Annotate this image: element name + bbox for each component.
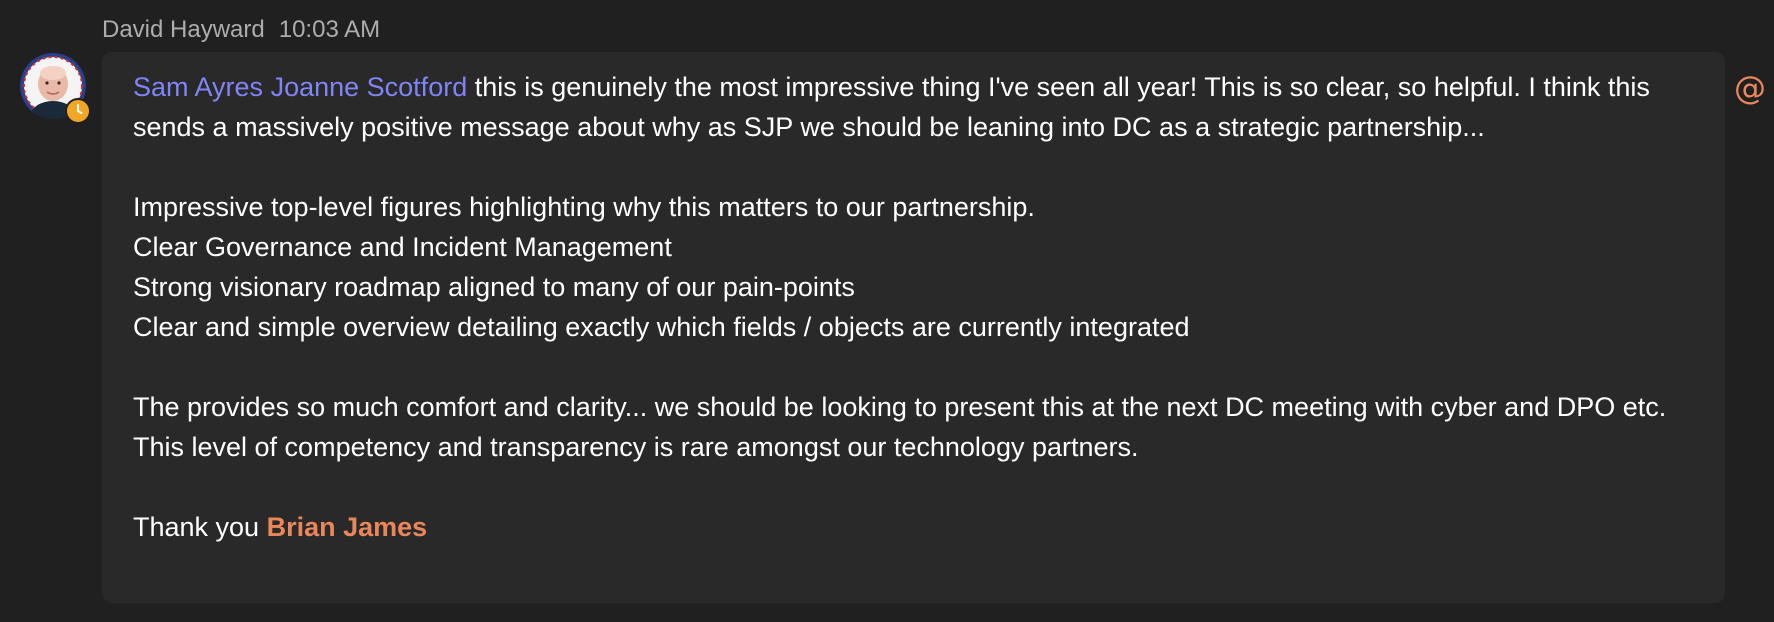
paragraph-comfort: The provides so much comfort and clarity… <box>133 392 1667 462</box>
thanks-text: Thank you <box>133 512 267 542</box>
line-roadmap: Strong visionary roadmap aligned to many… <box>133 272 855 302</box>
timestamp: 10:03 AM <box>278 16 381 43</box>
mention-sam-ayres[interactable]: Sam Ayres <box>133 72 263 102</box>
line-overview: Clear and simple overview detailing exac… <box>133 312 1190 342</box>
message-header: David Hayward 10:03 AM <box>102 16 380 44</box>
author-name[interactable]: David Hayward <box>102 16 265 43</box>
avatar-container[interactable] <box>20 53 91 124</box>
at-mention-icon: @ <box>1734 69 1766 107</box>
paragraph-thanks: Thank you Brian James <box>133 507 1693 547</box>
status-away-badge <box>65 98 91 124</box>
line-governance: Clear Governance and Incident Management <box>133 232 672 262</box>
mention-joanne-scotford[interactable]: Joanne Scotford <box>271 72 468 102</box>
clock-icon <box>77 104 83 114</box>
message-body: Sam Ayres Joanne Scotford this is genuin… <box>133 67 1693 547</box>
line-figures: Impressive top-level figures highlightin… <box>133 192 1035 222</box>
mention-brian-james[interactable]: Brian James <box>267 512 428 542</box>
paragraph-intro: Sam Ayres Joanne Scotford this is genuin… <box>133 67 1693 147</box>
